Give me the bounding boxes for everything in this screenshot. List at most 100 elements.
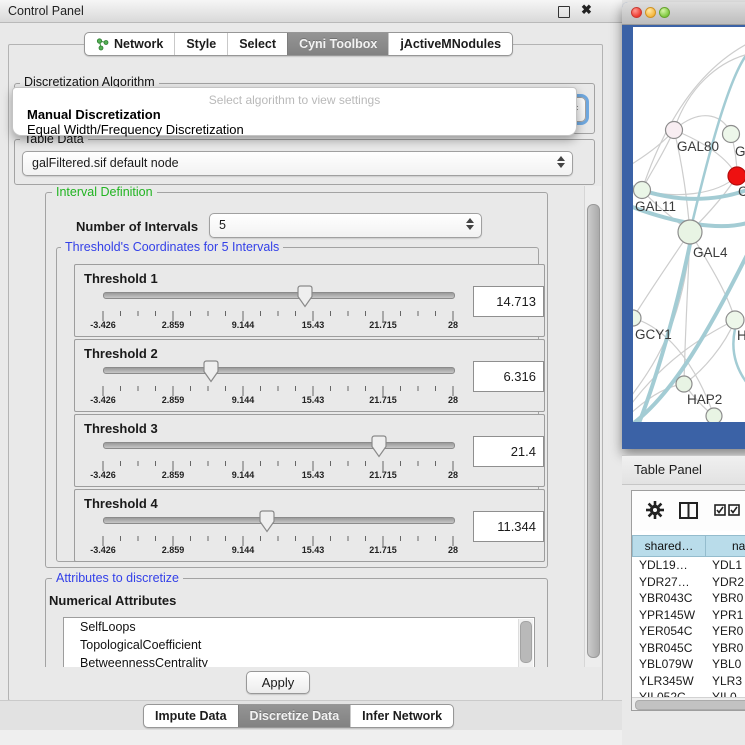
apply-button[interactable]: Apply <box>246 671 310 694</box>
threshold-value-field[interactable]: 6.316 <box>473 361 544 392</box>
list-item[interactable]: BetweennessCentrality <box>64 654 534 667</box>
checkbox-icon[interactable] <box>728 504 740 516</box>
threshold-value-field[interactable]: 11.344 <box>473 511 544 542</box>
network-canvas[interactable]: GAL80GACGAL11GAL4GCY1HHAP2 <box>633 27 745 422</box>
network-node-label: H <box>737 328 745 343</box>
tab-label: Impute Data <box>155 709 227 723</box>
tab-jactivemnodules[interactable]: jActiveMNodules <box>388 33 512 55</box>
tick-label: 15.43 <box>278 395 348 405</box>
close-icon[interactable]: ✖ <box>581 2 592 18</box>
algorithm-popup-hint: Select algorithm to view settings <box>13 93 576 107</box>
network-node-node-top-right[interactable] <box>723 126 740 143</box>
algorithm-option-manual-discretization[interactable]: Manual Discretization <box>13 107 576 122</box>
slider-handle[interactable] <box>203 360 219 383</box>
tick-label: 9.144 <box>208 395 278 405</box>
zoom-traffic-light-icon[interactable] <box>659 7 670 18</box>
tab-network[interactable]: Network <box>85 33 174 55</box>
table-row[interactable]: YLR345WYLR3 <box>632 673 745 690</box>
table-row[interactable]: YIL052CYIL0 <box>632 689 745 697</box>
tab-label: jActiveMNodules <box>400 37 501 51</box>
tick-label: 21.715 <box>348 320 418 330</box>
cell-shared-name: YDL19… <box>632 557 706 574</box>
network-node-selected-node[interactable] <box>728 167 745 185</box>
network-window-titlebar[interactable] <box>622 2 745 25</box>
column-header-shared[interactable]: shared… <box>632 535 706 557</box>
slider-handle[interactable] <box>259 510 275 533</box>
table-header-row: shared… na <box>632 535 745 557</box>
threshold-value-field[interactable]: 14.713 <box>473 286 544 317</box>
tick-label: 15.43 <box>278 470 348 480</box>
network-node-bottom-node[interactable] <box>706 408 722 422</box>
table-panel-title: Table Panel <box>634 462 702 477</box>
threshold-label: Threshold 4 <box>84 496 158 511</box>
tab-infer-network[interactable]: Infer Network <box>350 705 453 727</box>
network-node-label: GAL11 <box>635 199 676 214</box>
tab-select[interactable]: Select <box>227 33 287 55</box>
tab-impute-data[interactable]: Impute Data <box>144 705 238 727</box>
slider-track[interactable] <box>103 367 455 374</box>
tab-label: Discretize Data <box>250 709 340 723</box>
table-row[interactable]: YER054CYER0 <box>632 623 745 640</box>
thresholds-group: Threshold's Coordinates for 5 Intervals … <box>56 247 539 562</box>
split-view-icon[interactable] <box>679 502 698 519</box>
cell-name: YIL0 <box>706 689 745 697</box>
dock-title: Control Panel <box>8 4 84 18</box>
tick-label: 21.715 <box>348 395 418 405</box>
network-node-label: GAL4 <box>693 245 728 260</box>
attributes-group: Attributes to discretize Numerical Attri… <box>45 578 548 667</box>
combo-stepper-icon <box>466 218 474 230</box>
threshold-value-field[interactable]: 21.4 <box>473 436 544 467</box>
cell-shared-name: YDR27… <box>632 574 706 591</box>
tab-cyni-toolbox[interactable]: Cyni Toolbox <box>287 33 388 55</box>
slider-handle[interactable] <box>371 435 387 458</box>
tab-label: Infer Network <box>362 709 442 723</box>
threshold-label: Threshold 2 <box>84 346 158 361</box>
network-node-gal80[interactable] <box>666 122 683 139</box>
table-panel-header: Table Panel <box>622 455 745 485</box>
tick-label: 2.859 <box>138 320 208 330</box>
algorithm-option-equal-width-frequency-discretization[interactable]: Equal Width/Frequency Discretization <box>13 122 576 137</box>
table-row[interactable]: YDL19…YDL1 <box>632 557 745 574</box>
slider-track[interactable] <box>103 442 455 449</box>
network-node-h-node[interactable] <box>726 311 744 329</box>
network-node-label: GAL80 <box>677 139 719 154</box>
tab-discretize-data[interactable]: Discretize Data <box>238 705 351 727</box>
interval-definition-group: Interval Definition Number of Intervals … <box>45 192 548 568</box>
cell-name: YBR0 <box>706 640 745 657</box>
cell-name: YPR1 <box>706 607 745 624</box>
network-node-gal4[interactable] <box>678 220 702 244</box>
float-window-icon[interactable] <box>558 6 570 18</box>
slider-track[interactable] <box>103 517 455 524</box>
close-traffic-light-icon[interactable] <box>631 7 642 18</box>
main-scrollbar-thumb[interactable] <box>587 204 600 658</box>
network-node-hap2[interactable] <box>676 376 692 392</box>
table-row[interactable]: YBR043CYBR0 <box>632 590 745 607</box>
table-row[interactable]: YBL079WYBL0 <box>632 656 745 673</box>
tab-label: Network <box>114 37 163 51</box>
numerical-attributes-label: Numerical Attributes <box>49 593 176 608</box>
table-data-combo[interactable]: galFiltered.sif default node <box>22 151 573 176</box>
column-header-name[interactable]: na <box>706 535 745 557</box>
list-item[interactable]: TopologicalCoefficient <box>64 636 534 654</box>
tab-style[interactable]: Style <box>174 33 227 55</box>
dock-header: Control Panel ✖ <box>0 0 622 23</box>
checkbox-icon[interactable] <box>714 504 726 516</box>
slider-track[interactable] <box>103 292 455 299</box>
network-node-gcy1[interactable] <box>633 310 641 326</box>
table-hscrollbar-thumb[interactable] <box>635 700 745 710</box>
table-row[interactable]: YPR145WYPR1 <box>632 607 745 624</box>
network-node-gal11[interactable] <box>634 182 651 199</box>
attributes-list[interactable]: SelfLoopsTopologicalCoefficientBetweenne… <box>63 617 535 667</box>
minimize-traffic-light-icon[interactable] <box>645 7 656 18</box>
gear-icon[interactable] <box>645 500 665 520</box>
main-scrollbar[interactable] <box>584 186 601 667</box>
slider-handle[interactable] <box>297 285 313 308</box>
table-row[interactable]: YDR27…YDR2 <box>632 574 745 591</box>
number-of-intervals-combo[interactable]: 5 <box>209 213 482 238</box>
table-row[interactable]: YBR045CYBR0 <box>632 640 745 657</box>
tick-label: -3.426 <box>68 395 138 405</box>
list-item[interactable]: SelfLoops <box>64 618 534 636</box>
tick-label: 2.859 <box>138 470 208 480</box>
attributes-list-scrollbar[interactable] <box>518 619 533 667</box>
table-hscrollbar[interactable] <box>632 697 745 710</box>
